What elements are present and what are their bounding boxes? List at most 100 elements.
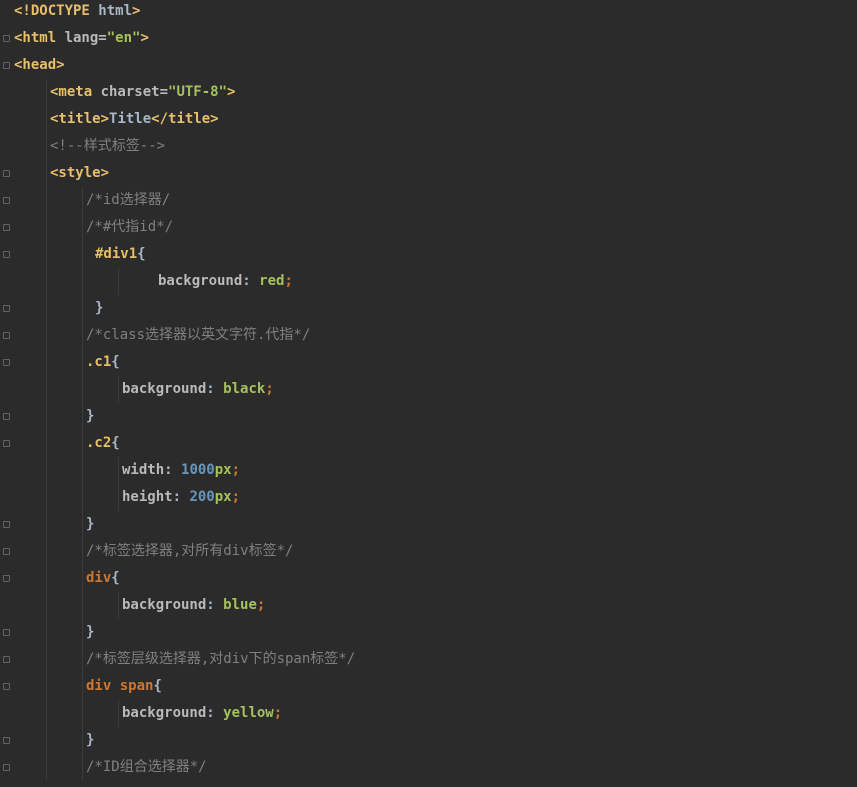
code-line[interactable]: background: red; (158, 268, 293, 295)
code-token: } (86, 732, 95, 748)
fold-marker-icon[interactable] (3, 224, 10, 231)
fold-marker-icon[interactable] (3, 764, 10, 771)
code-token: ; (273, 705, 283, 721)
code-token: : (172, 489, 190, 505)
code-token: px (214, 489, 232, 505)
code-token: width (122, 462, 165, 478)
code-line[interactable]: /*#代指id*/ (86, 214, 173, 241)
code-line[interactable]: div{ (86, 565, 120, 592)
code-token: : (164, 462, 182, 478)
code-line[interactable]: /*标签选择器,对所有div标签*/ (86, 538, 293, 565)
code-line[interactable]: } (86, 619, 94, 646)
fold-marker-icon[interactable] (3, 413, 10, 420)
code-token: height (122, 489, 173, 505)
code-line[interactable]: } (86, 511, 94, 538)
code-line[interactable]: <!DOCTYPE html> (14, 0, 140, 25)
code-token: 1000 (181, 462, 215, 478)
code-token: .c1 (86, 354, 112, 370)
fold-marker-icon[interactable] (3, 197, 10, 204)
fold-marker-icon[interactable] (3, 170, 10, 177)
code-token: : (206, 597, 224, 613)
code-editor[interactable]: <!DOCTYPE html> <html lang="en"> <head> <me… (0, 0, 857, 787)
code-token: "UTF-8" (168, 84, 228, 100)
code-line[interactable]: /*id选择器/ (86, 187, 170, 214)
code-token: <style> (50, 165, 110, 181)
code-line[interactable]: .c1{ (86, 349, 120, 376)
code-line[interactable]: /*ID组合选择器*/ (86, 754, 207, 781)
code-token: { (111, 354, 120, 370)
code-line[interactable]: } (95, 295, 103, 322)
fold-marker-icon[interactable] (3, 656, 10, 663)
code-token: /*id选择器/ (86, 192, 171, 208)
code-token: 200 (189, 489, 215, 505)
fold-marker-icon[interactable] (3, 62, 10, 69)
code-line[interactable]: #div1{ (95, 241, 146, 268)
code-line[interactable]: /*标签层级选择器,对div下的span标签*/ (86, 646, 355, 673)
code-area[interactable]: <!DOCTYPE html> <html lang="en"> <head> <me… (14, 0, 857, 787)
indent-guide (46, 79, 47, 781)
code-line[interactable]: .c2{ (86, 430, 120, 457)
code-line[interactable]: background: yellow; (122, 700, 282, 727)
code-token: /*class选择器以英文字符.代指*/ (86, 327, 311, 343)
fold-marker-icon[interactable] (3, 548, 10, 555)
fold-marker-icon[interactable] (3, 35, 10, 42)
code-token: /*ID组合选择器*/ (86, 759, 207, 775)
code-line[interactable]: } (86, 727, 94, 754)
code-token: /*#代指id*/ (86, 219, 174, 235)
code-token: <head> (14, 57, 65, 73)
code-token: { (111, 570, 120, 586)
code-token: background (122, 597, 207, 613)
code-token: Title (109, 111, 152, 127)
code-token: : (206, 705, 224, 721)
indent-guide (118, 457, 119, 511)
fold-marker-icon[interactable] (3, 251, 10, 258)
code-token: ; (231, 489, 241, 505)
code-line[interactable]: <style> (50, 160, 109, 187)
code-token: <html (14, 30, 65, 46)
code-token: div (86, 570, 112, 586)
code-token: <!--样式标签--> (50, 138, 166, 154)
code-token: <title> (50, 111, 110, 127)
code-line[interactable]: background: black; (122, 376, 274, 403)
code-line[interactable]: <head> (14, 52, 65, 79)
code-line[interactable]: background: blue; (122, 592, 265, 619)
code-token: > (140, 30, 149, 46)
fold-gutter (0, 0, 14, 787)
code-line[interactable]: <html lang="en"> (14, 25, 149, 52)
fold-marker-icon[interactable] (3, 332, 10, 339)
indent-guide (118, 700, 119, 727)
indent-guide (118, 268, 119, 295)
indent-guide (118, 592, 119, 619)
code-token: .c2 (86, 435, 112, 451)
fold-marker-icon[interactable] (3, 737, 10, 744)
code-line[interactable]: <!--样式标签--> (50, 133, 165, 160)
fold-marker-icon[interactable] (3, 440, 10, 447)
code-line[interactable]: <meta charset="UTF-8"> (50, 79, 235, 106)
code-line[interactable]: height: 200px; (122, 484, 240, 511)
code-token: html (98, 3, 133, 19)
code-token: blue (223, 597, 257, 613)
code-token: /*标签选择器,对所有div标签*/ (86, 543, 294, 559)
code-token: black (223, 381, 266, 397)
fold-marker-icon[interactable] (3, 683, 10, 690)
code-line[interactable]: } (86, 403, 94, 430)
code-token: { (137, 246, 146, 262)
code-token: } (86, 624, 95, 640)
code-token: background (158, 273, 243, 289)
code-token: div span (86, 678, 154, 694)
code-line[interactable]: div span{ (86, 673, 162, 700)
code-token: px (214, 462, 232, 478)
fold-marker-icon[interactable] (3, 359, 10, 366)
fold-marker-icon[interactable] (3, 521, 10, 528)
code-line[interactable]: width: 1000px; (122, 457, 240, 484)
code-token: charset= (100, 84, 169, 100)
code-token: > (227, 84, 236, 100)
fold-marker-icon[interactable] (3, 575, 10, 582)
code-token: "en" (106, 30, 141, 46)
code-token: ; (256, 597, 266, 613)
fold-marker-icon[interactable] (3, 629, 10, 636)
code-line[interactable]: /*class选择器以英文字符.代指*/ (86, 322, 310, 349)
code-line[interactable]: <title>Title</title> (50, 106, 219, 133)
code-token: red (259, 273, 285, 289)
fold-marker-icon[interactable] (3, 305, 10, 312)
